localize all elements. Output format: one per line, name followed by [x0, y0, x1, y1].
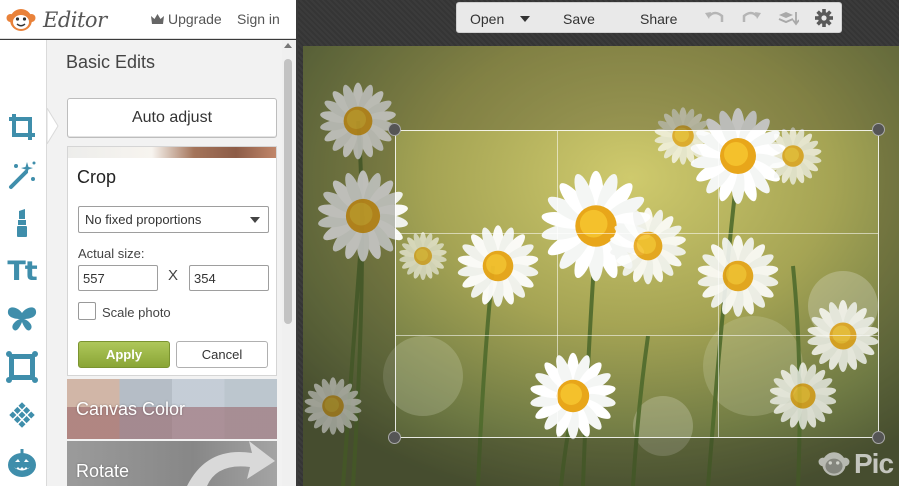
- upgrade-link[interactable]: Upgrade: [151, 11, 222, 27]
- undo-icon[interactable]: [704, 8, 726, 28]
- upgrade-label: Upgrade: [168, 11, 222, 27]
- crop-mask-left: [303, 130, 395, 438]
- main-toolbar: Open Save Share: [456, 2, 842, 33]
- size-separator: X: [168, 267, 179, 284]
- text-icon: Tt: [7, 255, 37, 287]
- share-button[interactable]: Share: [640, 11, 677, 27]
- canvas-color-label: Canvas Color: [76, 399, 186, 419]
- monkey-logo-icon: [6, 9, 36, 31]
- scale-photo-label[interactable]: Scale photo: [102, 305, 171, 320]
- crop-card-thumbnail: [68, 147, 276, 158]
- panel-title: Basic Edits: [66, 52, 156, 72]
- apply-button[interactable]: Apply: [78, 341, 170, 368]
- crown-icon: [151, 13, 164, 24]
- proportion-select-value: No fixed proportions: [85, 212, 202, 227]
- crop-card: Crop No fixed proportions Actual size: X…: [67, 146, 277, 376]
- scroll-up-arrow-icon[interactable]: [284, 43, 292, 48]
- monkey-watermark-icon: [818, 452, 850, 476]
- cancel-button[interactable]: Cancel: [176, 341, 268, 368]
- texture-icon: [9, 402, 35, 428]
- crop-selection[interactable]: [395, 130, 879, 438]
- scale-photo-checkbox[interactable]: [78, 302, 96, 320]
- rotate-arrow-icon: [187, 441, 275, 486]
- tool-frames[interactable]: [4, 349, 40, 385]
- app-title: Editor: [43, 8, 107, 32]
- frame-icon: [6, 351, 38, 383]
- save-button[interactable]: Save: [563, 11, 595, 27]
- tool-seasonal[interactable]: [4, 445, 40, 481]
- crop-mask-top: [303, 46, 899, 130]
- crop-title: Crop: [77, 167, 117, 187]
- rotate-tile[interactable]: Rotate: [67, 441, 277, 486]
- pumpkin-icon: [8, 449, 36, 477]
- chevron-down-icon: [250, 217, 260, 223]
- lipstick-icon: [17, 209, 27, 237]
- tool-crop[interactable]: [4, 109, 40, 145]
- header-bar: Editor Upgrade Sign in: [0, 0, 296, 39]
- panel-scrollbar-thumb[interactable]: [284, 59, 292, 324]
- signin-link[interactable]: Sign in: [237, 11, 280, 27]
- crop-handle-bottom-left[interactable]: [388, 431, 401, 444]
- crop-mask-right: [879, 130, 899, 438]
- gear-icon[interactable]: [813, 8, 835, 28]
- crop-grid-line: [718, 131, 719, 437]
- actual-size-label: Actual size:: [78, 246, 145, 261]
- open-button[interactable]: Open: [470, 11, 504, 27]
- tool-overlays[interactable]: [4, 301, 40, 337]
- open-dropdown-icon[interactable]: [520, 16, 530, 22]
- crop-handle-bottom-right[interactable]: [872, 431, 885, 444]
- layers-icon[interactable]: [777, 8, 799, 28]
- tool-effects[interactable]: [4, 157, 40, 193]
- crop-height-input[interactable]: [189, 265, 269, 291]
- tool-touchup[interactable]: [4, 205, 40, 241]
- canvas-color-tile[interactable]: Canvas Color: [67, 379, 277, 439]
- crop-width-input[interactable]: [78, 265, 158, 291]
- tool-textures[interactable]: [4, 397, 40, 433]
- crop-handle-top-left[interactable]: [388, 123, 401, 136]
- magic-wand-icon: [9, 161, 36, 189]
- redo-icon[interactable]: [740, 8, 762, 28]
- crop-grid-line: [557, 131, 558, 437]
- butterfly-icon: [7, 307, 37, 331]
- crop-icon: [9, 114, 35, 140]
- watermark: Pic: [818, 448, 894, 480]
- auto-adjust-button[interactable]: Auto adjust: [67, 98, 277, 138]
- panel-pointer: [47, 108, 59, 144]
- app-logo[interactable]: Editor: [6, 7, 107, 33]
- crop-mask-bottom: [303, 438, 899, 486]
- crop-grid-line: [396, 233, 878, 234]
- watermark-text: Pic: [854, 448, 894, 479]
- tool-text[interactable]: Tt: [4, 253, 40, 289]
- crop-handle-top-right[interactable]: [872, 123, 885, 136]
- rotate-label: Rotate: [76, 461, 130, 481]
- proportion-select[interactable]: No fixed proportions: [78, 206, 269, 233]
- crop-grid-line: [396, 335, 878, 336]
